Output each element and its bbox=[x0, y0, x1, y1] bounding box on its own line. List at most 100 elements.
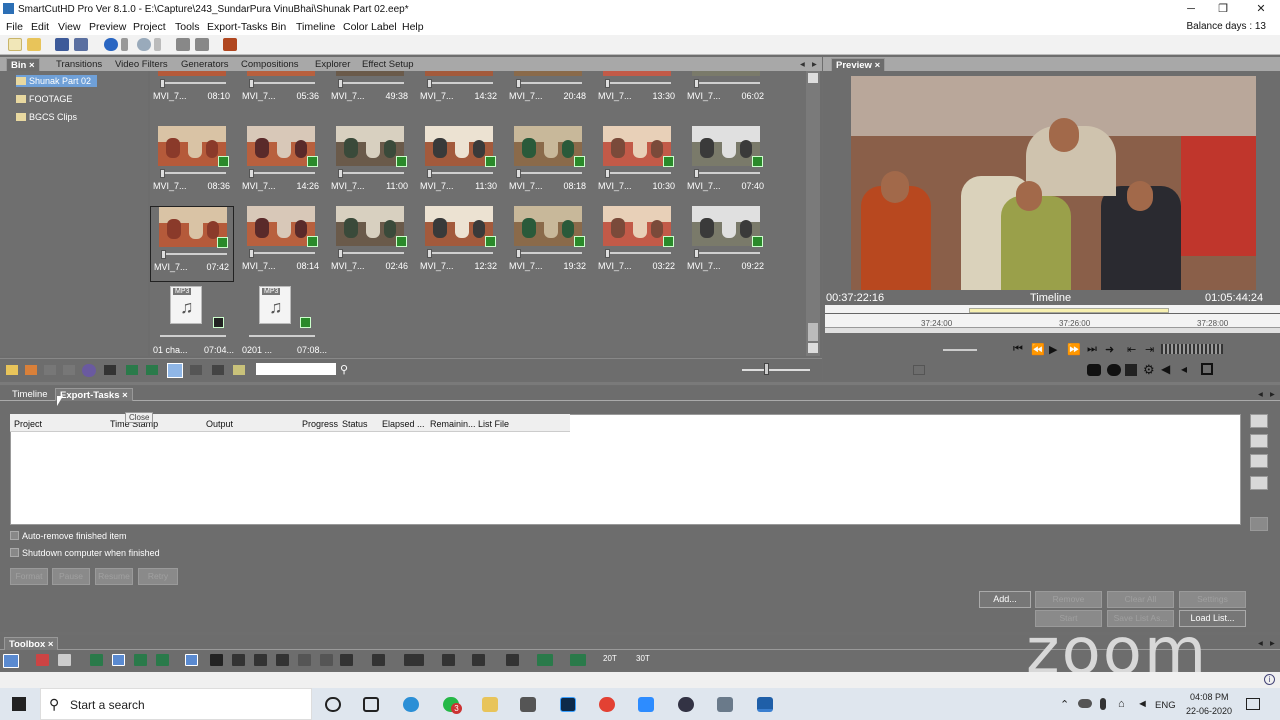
clip-item[interactable]: MVI_7... 19:32 bbox=[506, 206, 590, 282]
search-icon[interactable]: ⚲ bbox=[340, 363, 348, 376]
mark-in-icon[interactable]: ⇤ bbox=[1127, 343, 1136, 356]
razor-tool-icon[interactable] bbox=[232, 654, 245, 666]
clip-scrub-knob[interactable] bbox=[427, 79, 432, 88]
tab-video-filters[interactable]: Video Filters bbox=[111, 58, 172, 71]
cut-icon[interactable] bbox=[63, 365, 75, 375]
overwrite-icon[interactable] bbox=[112, 654, 125, 666]
twenty-t-button[interactable]: 20T bbox=[603, 654, 617, 663]
vpn-icon[interactable] bbox=[678, 697, 694, 712]
zoom-app-icon[interactable] bbox=[638, 697, 654, 712]
tree-item-bgcs-clips[interactable]: BGCS Clips bbox=[16, 111, 77, 123]
lift-icon[interactable] bbox=[134, 654, 147, 666]
move-down-icon[interactable] bbox=[1250, 454, 1268, 468]
tab-scroll-left-icon[interactable]: ◂ bbox=[1254, 637, 1267, 650]
close-icon[interactable]: × bbox=[122, 390, 128, 401]
split-all-icon[interactable] bbox=[404, 654, 424, 666]
new-folder-icon[interactable] bbox=[6, 365, 18, 375]
view-mode-icon[interactable]: ◂ bbox=[1181, 362, 1187, 376]
clip-scrub-knob[interactable] bbox=[694, 79, 699, 88]
shuttle-wheel[interactable] bbox=[1161, 344, 1223, 354]
cortana-icon[interactable] bbox=[325, 697, 341, 712]
restore-button[interactable]: ❐ bbox=[1207, 1, 1239, 17]
new-file-icon[interactable] bbox=[8, 38, 22, 51]
clip-scrub-knob[interactable] bbox=[427, 249, 432, 258]
clip-scrub-knob[interactable] bbox=[694, 249, 699, 258]
clip-scrub-bar[interactable] bbox=[427, 252, 493, 254]
volume-icon[interactable]: ◀ bbox=[1161, 362, 1170, 376]
clip-scrub-knob[interactable] bbox=[249, 79, 254, 88]
zoom-slider-knob[interactable] bbox=[764, 363, 769, 375]
col-progress[interactable]: Progress bbox=[302, 419, 338, 429]
photoshop-icon[interactable] bbox=[560, 697, 576, 712]
list-view-icon[interactable] bbox=[190, 365, 202, 375]
microphone-icon[interactable] bbox=[1100, 698, 1106, 710]
minimize-button[interactable]: ─ bbox=[1175, 1, 1207, 17]
delete-gap-icon[interactable] bbox=[340, 654, 353, 666]
clip-scrub-bar[interactable] bbox=[694, 172, 760, 174]
tab-scroll-right-icon[interactable]: ▸ bbox=[1266, 388, 1279, 401]
menu-file[interactable]: File bbox=[6, 21, 23, 33]
retry-button[interactable]: Retry bbox=[138, 568, 178, 585]
capture-icon[interactable] bbox=[126, 365, 138, 375]
play-icon[interactable]: ▶ bbox=[1049, 343, 1057, 356]
clip-scrub-bar[interactable] bbox=[694, 252, 760, 254]
pointer-tool-icon[interactable] bbox=[185, 654, 198, 666]
tab-generators[interactable]: Generators bbox=[177, 58, 233, 71]
clip-item[interactable]: MVI_7... 14:26 bbox=[239, 126, 323, 202]
clip-scrub-knob[interactable] bbox=[160, 79, 165, 88]
hand-tool-icon[interactable] bbox=[276, 654, 289, 666]
clip-item[interactable]: MVI_7... 08:10 bbox=[150, 71, 234, 112]
cut-tool-icon[interactable] bbox=[372, 654, 385, 666]
splitter[interactable] bbox=[0, 382, 1280, 385]
scroll-thumb[interactable] bbox=[808, 323, 818, 341]
import-icon[interactable] bbox=[25, 365, 37, 375]
clip-scrub-knob[interactable] bbox=[161, 250, 166, 259]
windows-start-icon[interactable] bbox=[12, 697, 26, 711]
tab-scroll-right-icon[interactable]: ▸ bbox=[808, 58, 821, 71]
clip-scrub-bar[interactable] bbox=[605, 252, 671, 254]
clip-scrub-bar[interactable] bbox=[249, 172, 315, 174]
menu-help[interactable]: Help bbox=[402, 21, 424, 33]
next-frame-icon[interactable]: ➜ bbox=[1105, 343, 1114, 356]
save-as-icon[interactable] bbox=[74, 38, 88, 51]
clip-scrub-bar[interactable] bbox=[605, 172, 671, 174]
insert-icon[interactable] bbox=[90, 654, 103, 666]
tab-toolbox[interactable]: Toolbox × bbox=[4, 637, 59, 650]
clock-time[interactable]: 04:08 PM bbox=[1190, 692, 1229, 702]
tab-scroll-left-icon[interactable]: ◂ bbox=[796, 58, 809, 71]
clear-all-button[interactable]: Clear All bbox=[1107, 591, 1174, 608]
print-icon[interactable] bbox=[1125, 364, 1137, 376]
clip-scrub-bar[interactable] bbox=[694, 82, 760, 84]
clip-scrub-knob[interactable] bbox=[605, 249, 610, 258]
format-button[interactable]: Format bbox=[10, 568, 48, 585]
marker-tool-icon[interactable] bbox=[320, 654, 333, 666]
scroll-up-icon[interactable] bbox=[808, 73, 818, 83]
delete-icon[interactable] bbox=[44, 365, 56, 375]
clip-item[interactable]: MVI_7... 08:36 bbox=[150, 126, 234, 202]
tray-chevron-icon[interactable]: ⌃ bbox=[1060, 698, 1069, 711]
clip-scrub-knob[interactable] bbox=[605, 79, 610, 88]
clip-scrub-knob[interactable] bbox=[338, 79, 343, 88]
clip-scrub-bar[interactable] bbox=[249, 335, 315, 337]
slip-tool-icon[interactable] bbox=[254, 654, 267, 666]
clip-scrub-bar[interactable] bbox=[338, 172, 404, 174]
record-icon[interactable] bbox=[36, 654, 49, 666]
clip-scrub-bar[interactable] bbox=[516, 172, 582, 174]
audio-clip-item[interactable]: MP3 ♫ 0201 ... 07:08... bbox=[239, 286, 327, 356]
go-start-icon[interactable]: ⏮ bbox=[1013, 343, 1023, 356]
clip-item[interactable]: MVI_7... 11:30 bbox=[417, 126, 501, 202]
shutdown-checkbox[interactable] bbox=[10, 548, 19, 557]
clip-scrub-knob[interactable] bbox=[249, 249, 254, 258]
thirty-t-button[interactable]: 30T bbox=[636, 654, 650, 663]
security-icon[interactable] bbox=[717, 697, 733, 712]
menu-edit[interactable]: Edit bbox=[31, 21, 49, 33]
clip-item[interactable]: MVI_7... 49:38 bbox=[328, 71, 412, 112]
prev-edit-icon[interactable] bbox=[442, 654, 455, 666]
move-top-icon[interactable] bbox=[1250, 414, 1268, 428]
tree-item-shunak-part-02[interactable]: Shunak Part 02 bbox=[16, 75, 98, 87]
remove-button[interactable]: Remove bbox=[1035, 591, 1102, 608]
jog-slider[interactable] bbox=[943, 349, 977, 351]
trim-icon[interactable] bbox=[58, 654, 71, 666]
fit-icon[interactable] bbox=[472, 654, 485, 666]
clip-item[interactable]: MVI_7... 08:18 bbox=[506, 126, 590, 202]
